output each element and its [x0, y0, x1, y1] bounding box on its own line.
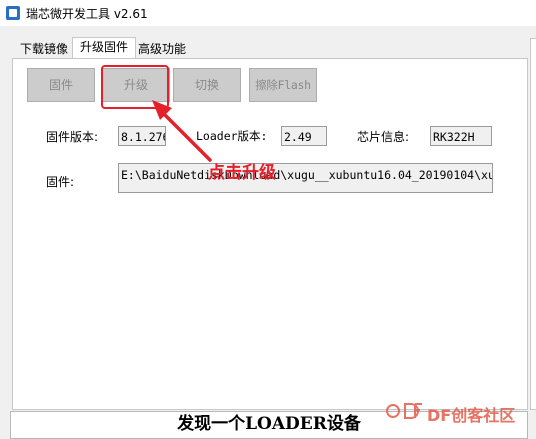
firmware-version-label: 固件版本: — [46, 130, 99, 144]
erase-flash-button[interactable]: 擦除Flash — [249, 68, 317, 102]
switch-button[interactable]: 切换 — [173, 68, 241, 102]
tab-upgrade-firmware[interactable]: 升级固件 — [72, 37, 136, 59]
app-icon — [6, 6, 20, 20]
watermark-text: DF创客社区 — [427, 406, 516, 425]
firmware-button[interactable]: 固件 — [27, 68, 95, 102]
window-title: 瑞芯微开发工具 v2.61 — [26, 7, 148, 21]
firmware-path-label: 固件: — [46, 175, 75, 189]
chip-info-field: RK322H — [430, 126, 492, 146]
tab-advanced[interactable]: 高级功能 — [134, 40, 190, 58]
tab-content-panel — [12, 58, 528, 410]
community-logo-icon — [386, 403, 422, 419]
title-bar: 瑞芯微开发工具 v2.61 — [0, 0, 536, 26]
loader-version-field: 2.49 — [281, 126, 327, 146]
chip-info-label: 芯片信息: — [357, 130, 410, 144]
tab-download-image[interactable]: 下载镜像 — [16, 40, 72, 58]
click-upgrade-annotation: 点击升级 — [208, 163, 276, 183]
firmware-path-field: E:\BaiduNetdiskDownload\xugu__xubuntu16.… — [118, 163, 493, 193]
watermark: DF创客社区 — [383, 400, 533, 425]
log-panel — [530, 38, 536, 410]
arrow-icon — [152, 100, 212, 162]
